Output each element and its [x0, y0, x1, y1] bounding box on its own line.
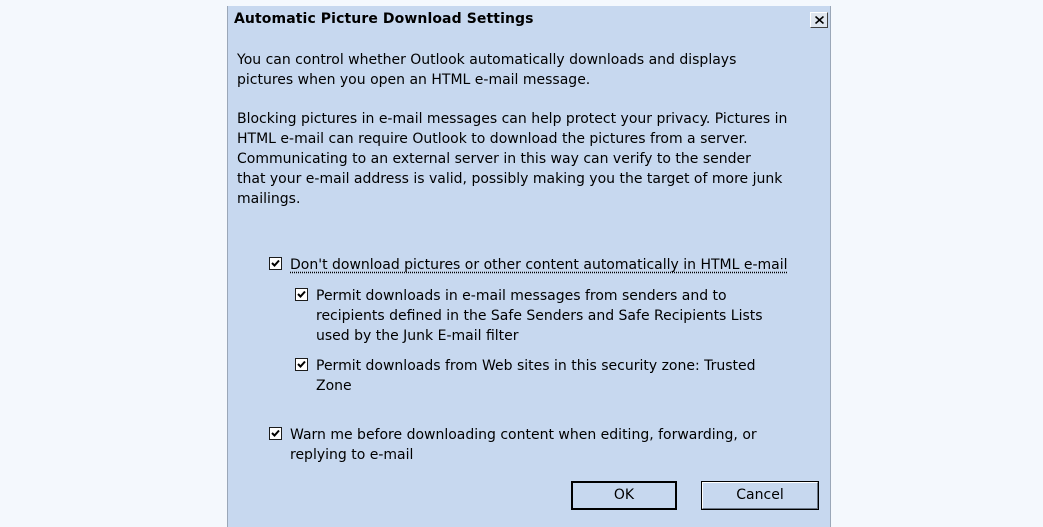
- cancel-button-label: Cancel: [736, 487, 784, 503]
- privacy-paragraph: Blocking pictures in e-mail messages can…: [237, 111, 788, 207]
- warn-before-downloading-label: Warn me before downloading content when …: [290, 427, 757, 463]
- dont-download-pictures-checkbox[interactable]: [269, 257, 282, 270]
- close-button[interactable]: [810, 12, 828, 28]
- checkmark-icon: [297, 360, 306, 368]
- warn-before-downloading-checkbox[interactable]: [269, 427, 282, 440]
- dont-download-pictures-label: Don't download pictures or other content…: [290, 257, 788, 273]
- intro-paragraph: You can control whether Outlook automati…: [237, 52, 737, 88]
- automatic-picture-download-dialog: Automatic Picture Download Settings You …: [227, 6, 831, 527]
- cancel-button[interactable]: Cancel: [701, 481, 819, 510]
- checkmark-icon: [271, 259, 280, 267]
- close-x-icon: [815, 16, 824, 24]
- checkmark-icon: [297, 290, 306, 298]
- permit-trusted-zone-checkbox[interactable]: [295, 358, 308, 371]
- dialog-title: Automatic Picture Download Settings: [234, 11, 534, 27]
- permit-trusted-zone-label: Permit downloads from Web sites in this …: [316, 358, 756, 394]
- ok-button[interactable]: OK: [571, 481, 677, 510]
- permit-safe-senders-checkbox[interactable]: [295, 288, 308, 301]
- ok-button-label: OK: [613, 487, 635, 503]
- checkmark-icon: [271, 429, 280, 437]
- dialog-titlebar: Automatic Picture Download Settings: [228, 6, 830, 32]
- permit-safe-senders-label: Permit downloads in e-mail messages from…: [316, 288, 763, 344]
